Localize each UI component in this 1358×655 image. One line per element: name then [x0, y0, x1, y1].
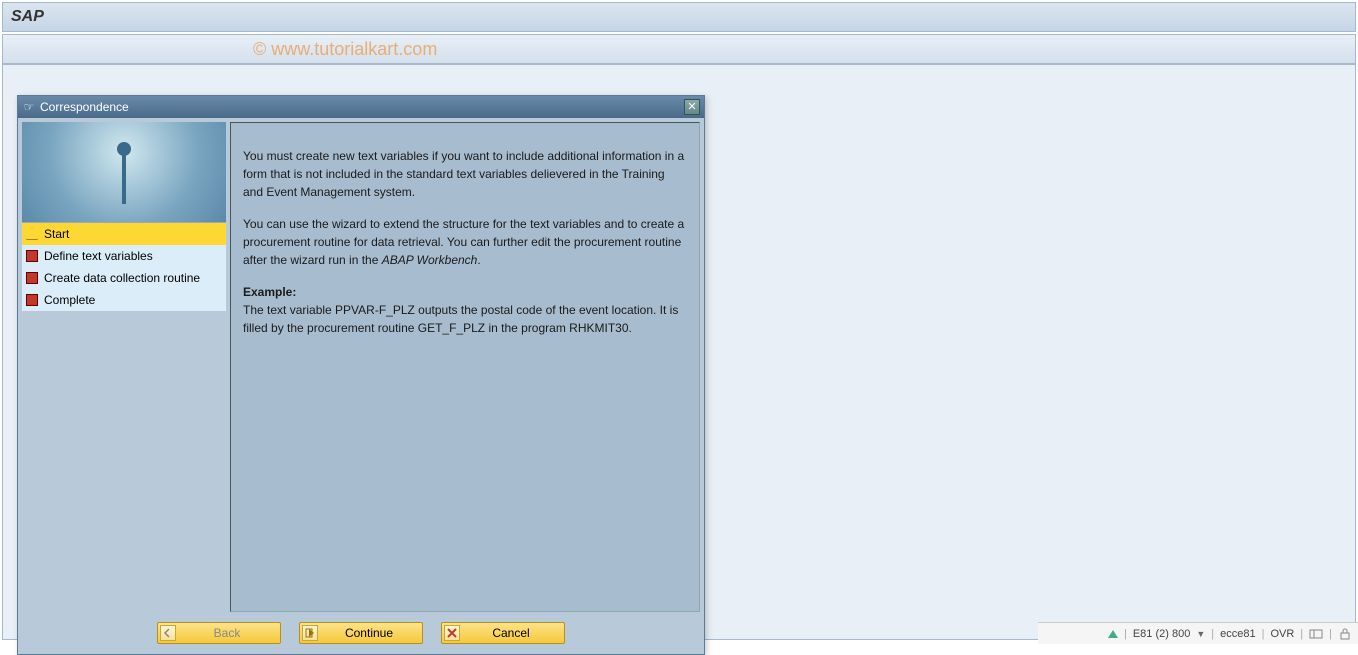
- app-title: SAP: [11, 8, 44, 26]
- back-button[interactable]: Back: [157, 622, 281, 644]
- step-label: Complete: [44, 292, 95, 308]
- lock-icon[interactable]: [1338, 627, 1352, 641]
- wizard-step-create-data-collection[interactable]: Create data collection routine: [22, 267, 226, 289]
- warning-triangle-icon: [26, 228, 38, 240]
- status-bar: | E81 (2) 800 ▼ | ecce81 | OVR | |: [1038, 622, 1358, 644]
- intro-paragraph-1: You must create new text variables if yo…: [243, 147, 687, 201]
- cancel-button[interactable]: Cancel: [441, 622, 565, 644]
- wizard-decorative-image: [22, 122, 226, 222]
- title-bar: SAP: [2, 2, 1356, 32]
- wizard-step-start[interactable]: Start: [22, 223, 226, 245]
- status-mode: OVR: [1270, 628, 1294, 640]
- intro-paragraph-2: You can use the wizard to extend the str…: [243, 215, 687, 269]
- wizard-step-complete[interactable]: Complete: [22, 289, 226, 311]
- dialog-icon: ☞: [22, 100, 36, 114]
- close-icon[interactable]: ✕: [684, 99, 700, 115]
- dialog-titlebar: ☞ Correspondence ✕: [18, 96, 704, 118]
- main-area: ☞ Correspondence ✕ Start Define text var…: [2, 64, 1356, 640]
- back-icon: [160, 625, 176, 641]
- status-server: ecce81: [1220, 628, 1255, 640]
- dialog-footer: Back Continue Cancel: [18, 616, 704, 654]
- wizard-step-define-text-variables[interactable]: Define text variables: [22, 245, 226, 267]
- step-label: Start: [44, 226, 69, 242]
- step-label: Create data collection routine: [44, 270, 200, 286]
- cancel-icon: [444, 625, 460, 641]
- wizard-nav: Start Define text variables Create data …: [22, 122, 226, 612]
- layout-icon[interactable]: [1309, 627, 1323, 641]
- dialog-body: Start Define text variables Create data …: [18, 118, 704, 616]
- example-label: Example:: [243, 285, 296, 299]
- step-pending-icon: [26, 250, 38, 262]
- status-system[interactable]: E81 (2) 800: [1133, 628, 1190, 640]
- status-triangle-icon: [1108, 630, 1118, 638]
- continue-label: Continue: [322, 626, 416, 640]
- dialog-title: Correspondence: [40, 100, 684, 114]
- cancel-label: Cancel: [464, 626, 558, 640]
- wizard-steps: Start Define text variables Create data …: [22, 222, 226, 311]
- step-pending-icon: [26, 294, 38, 306]
- watermark-text: © www.tutorialkart.com: [253, 39, 437, 60]
- example-text: The text variable PPVAR-F_PLZ outputs th…: [243, 303, 678, 335]
- back-label: Back: [180, 626, 274, 640]
- dropdown-icon[interactable]: ▼: [1196, 629, 1205, 639]
- wizard-dialog: ☞ Correspondence ✕ Start Define text var…: [17, 95, 705, 655]
- step-label: Define text variables: [44, 248, 153, 264]
- continue-button[interactable]: Continue: [299, 622, 423, 644]
- example-block: Example: The text variable PPVAR-F_PLZ o…: [243, 283, 687, 337]
- wizard-content: You must create new text variables if yo…: [230, 122, 700, 612]
- step-pending-icon: [26, 272, 38, 284]
- continue-icon: [302, 625, 318, 641]
- app-toolbar: © www.tutorialkart.com: [2, 34, 1356, 64]
